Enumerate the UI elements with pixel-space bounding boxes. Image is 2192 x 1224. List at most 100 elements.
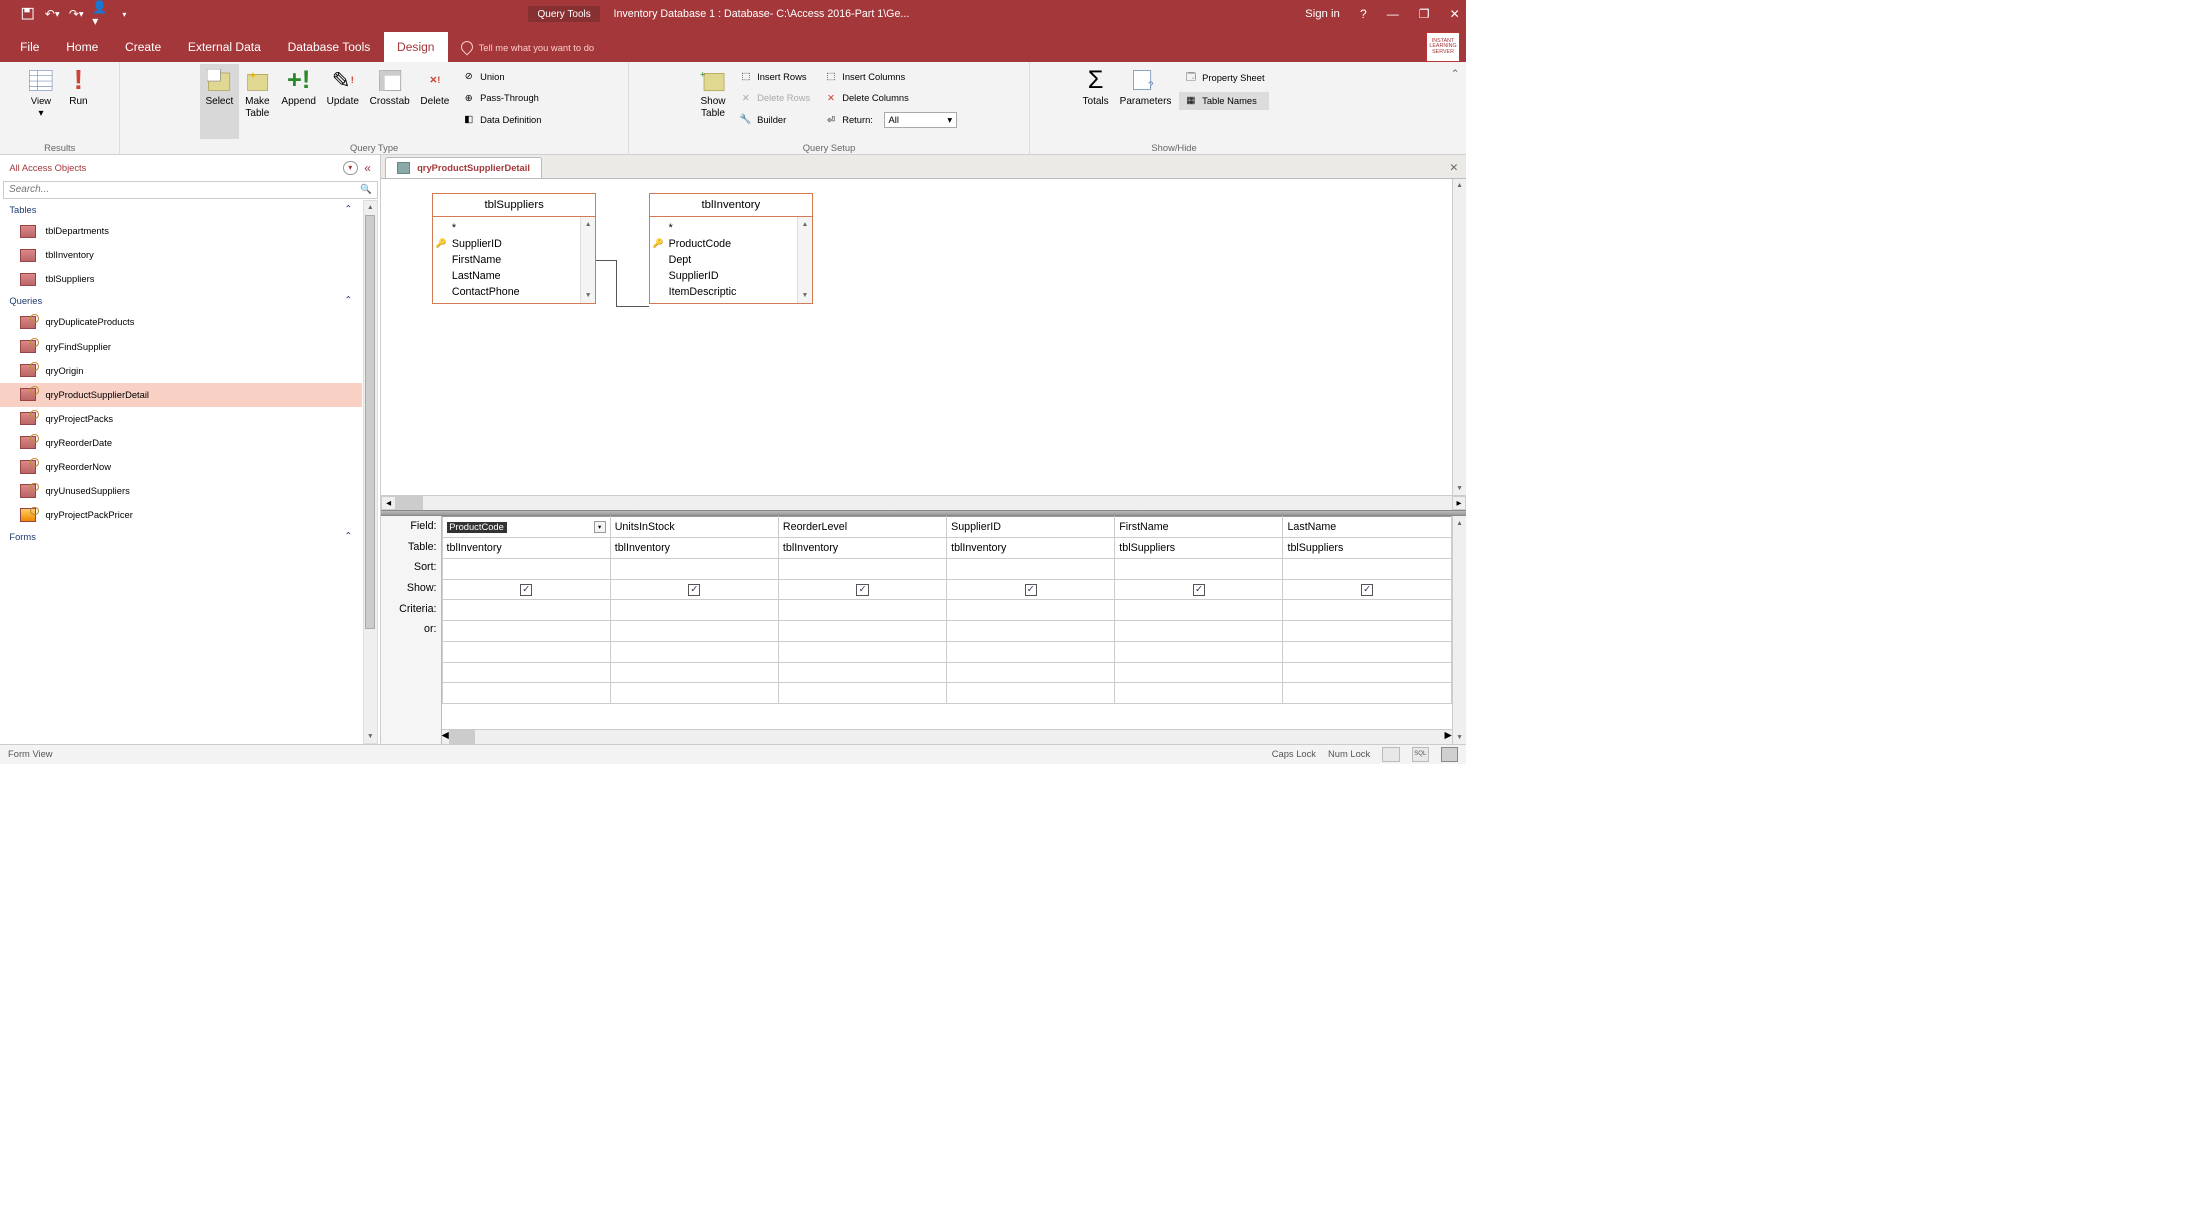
grid-cell-table[interactable]: tblInventory bbox=[947, 538, 1115, 559]
tab-database-tools[interactable]: Database Tools bbox=[274, 32, 383, 62]
search-icon[interactable]: 🔍 bbox=[355, 182, 376, 198]
table-field[interactable]: FirstName bbox=[452, 252, 595, 268]
grid-cell-blank[interactable] bbox=[778, 641, 946, 662]
grid-cell-sort[interactable] bbox=[1283, 558, 1451, 579]
nav-item-query[interactable]: qryReorderNow bbox=[0, 455, 362, 479]
nav-item-table[interactable]: tblInventory bbox=[0, 243, 362, 267]
grid-cell-blank[interactable] bbox=[1115, 683, 1283, 704]
nav-filter-icon[interactable]: ▾ bbox=[343, 161, 358, 176]
grid-hscrollbar[interactable]: ◀ ▶ bbox=[442, 729, 1452, 744]
nav-item-query[interactable]: qryProjectPacks bbox=[0, 407, 362, 431]
grid-cell-blank[interactable] bbox=[1115, 662, 1283, 683]
scroll-up-icon[interactable]: ▲ bbox=[1453, 179, 1467, 192]
view-button[interactable]: View▾ bbox=[22, 64, 59, 139]
append-button[interactable]: +! Append bbox=[276, 64, 321, 139]
table-box-suppliers[interactable]: tblSuppliers ▲▼ *SupplierIDFirstNameLast… bbox=[432, 193, 596, 304]
grid-cell-or[interactable] bbox=[778, 621, 946, 642]
grid-cell-blank[interactable] bbox=[1115, 641, 1283, 662]
grid-cell-field[interactable]: UnitsInStock bbox=[610, 517, 778, 538]
grid-cell-show[interactable] bbox=[947, 579, 1115, 600]
grid-cell-blank[interactable] bbox=[1283, 662, 1451, 683]
table-box-inventory[interactable]: tblInventory ▲▼ *ProductCodeDeptSupplier… bbox=[649, 193, 813, 304]
tab-create[interactable]: Create bbox=[112, 32, 175, 62]
union-button[interactable]: ⊘Union bbox=[457, 68, 545, 85]
grid-cell-field[interactable]: SupplierID bbox=[947, 517, 1115, 538]
nav-item-query[interactable]: qryReorderDate bbox=[0, 431, 362, 455]
run-button[interactable]: ! Run bbox=[60, 64, 97, 139]
grid-cell-criteria[interactable] bbox=[778, 600, 946, 621]
doc-close-icon[interactable]: ✕ bbox=[1449, 161, 1458, 174]
scroll-down-icon[interactable]: ▼ bbox=[1453, 482, 1467, 495]
grid-cell-field[interactable]: FirstName bbox=[1115, 517, 1283, 538]
grid-cell-sort[interactable] bbox=[947, 558, 1115, 579]
scroll-down-icon[interactable]: ▼ bbox=[364, 730, 377, 743]
close-icon[interactable]: ✕ bbox=[1450, 7, 1460, 21]
parameters-button[interactable]: ? Parameters bbox=[1114, 64, 1176, 139]
tab-home[interactable]: Home bbox=[53, 32, 112, 62]
tab-design[interactable]: Design bbox=[384, 32, 448, 62]
grid-cell-show[interactable] bbox=[610, 579, 778, 600]
return-dropdown[interactable]: All▾ bbox=[884, 112, 958, 128]
grid-cell-field[interactable]: ReorderLevel bbox=[778, 517, 946, 538]
minimize-icon[interactable]: — bbox=[1387, 7, 1399, 21]
builder-button[interactable]: 🔧Builder bbox=[734, 111, 814, 128]
insert-cols-button[interactable]: ⬚Insert Columns bbox=[820, 68, 962, 85]
table-field[interactable]: Dept bbox=[669, 252, 812, 268]
grid-cell-sort[interactable] bbox=[610, 558, 778, 579]
grid-cell-blank[interactable] bbox=[610, 662, 778, 683]
select-query-button[interactable]: Select bbox=[200, 64, 239, 139]
nav-item-table[interactable]: tblDepartments bbox=[0, 219, 362, 243]
help-icon[interactable]: ? bbox=[1360, 7, 1367, 21]
query-design-surface[interactable]: ▲ ▼ tblSuppliers ▲▼ *SupplierIDFirstName… bbox=[381, 179, 1466, 495]
table-field[interactable]: ProductCode bbox=[669, 236, 812, 252]
grid-cell-table[interactable]: tblInventory bbox=[778, 538, 946, 559]
grid-cell-table[interactable]: tblSuppliers bbox=[1283, 538, 1451, 559]
chevron-down-icon[interactable]: ▾ bbox=[594, 521, 606, 533]
table-field[interactable]: LastName bbox=[452, 268, 595, 284]
grid-cell-show[interactable] bbox=[1283, 579, 1451, 600]
grid-cell-show[interactable] bbox=[442, 579, 610, 600]
delete-rows-button[interactable]: ✕Delete Rows bbox=[734, 90, 814, 107]
scroll-right-icon[interactable]: ▶ bbox=[1452, 496, 1467, 509]
totals-button[interactable]: Σ Totals bbox=[1077, 64, 1114, 139]
view-design-button[interactable] bbox=[1441, 747, 1458, 762]
grid-cell-blank[interactable] bbox=[1283, 683, 1451, 704]
passthrough-button[interactable]: ⊕Pass-Through bbox=[457, 90, 545, 107]
grid-cell-or[interactable] bbox=[610, 621, 778, 642]
grid-table[interactable]: ProductCode▾UnitsInStockReorderLevelSupp… bbox=[442, 516, 1452, 704]
qat-more-icon[interactable]: 👤▾ bbox=[92, 6, 108, 22]
signin-link[interactable]: Sign in bbox=[1305, 8, 1340, 20]
nav-group-forms[interactable]: Forms⌃ bbox=[0, 527, 362, 546]
qat-customize-icon[interactable]: ▾ bbox=[116, 6, 132, 22]
delete-query-button[interactable]: ✕! Delete bbox=[415, 64, 455, 139]
table-field[interactable]: SupplierID bbox=[669, 268, 812, 284]
grid-cell-blank[interactable] bbox=[610, 683, 778, 704]
table-field[interactable]: * bbox=[452, 220, 595, 236]
insert-rows-button[interactable]: ⬚Insert Rows bbox=[734, 68, 814, 85]
table-field[interactable]: SupplierID bbox=[452, 236, 595, 252]
grid-cell-blank[interactable] bbox=[610, 641, 778, 662]
scroll-thumb[interactable] bbox=[396, 496, 423, 509]
crosstab-button[interactable]: Crosstab bbox=[364, 64, 415, 139]
tab-external-data[interactable]: External Data bbox=[175, 32, 275, 62]
checkbox-icon[interactable] bbox=[1361, 584, 1373, 596]
grid-cell-show[interactable] bbox=[778, 579, 946, 600]
show-table-button[interactable]: + Show Table bbox=[694, 64, 731, 139]
grid-cell-field[interactable]: ProductCode▾ bbox=[442, 517, 610, 538]
table-field[interactable]: ItemDescriptic bbox=[669, 284, 812, 300]
grid-vscrollbar[interactable]: ▲ ▼ bbox=[1452, 516, 1467, 743]
checkbox-icon[interactable] bbox=[1193, 584, 1205, 596]
scroll-left-icon[interactable]: ◀ bbox=[442, 730, 449, 744]
grid-cell-field[interactable]: LastName bbox=[1283, 517, 1451, 538]
nav-item-query[interactable]: qryProductSupplierDetail bbox=[0, 383, 362, 407]
grid-cell-criteria[interactable] bbox=[610, 600, 778, 621]
grid-cell-blank[interactable] bbox=[778, 662, 946, 683]
nav-item-query[interactable]: qryDuplicateProducts bbox=[0, 310, 362, 334]
grid-cell-table[interactable]: tblSuppliers bbox=[1115, 538, 1283, 559]
restore-icon[interactable]: ❐ bbox=[1419, 7, 1430, 21]
grid-cell-or[interactable] bbox=[947, 621, 1115, 642]
checkbox-icon[interactable] bbox=[688, 584, 700, 596]
grid-cell-or[interactable] bbox=[1115, 621, 1283, 642]
nav-scrollbar[interactable]: ▲ ▼ bbox=[363, 200, 378, 744]
checkbox-icon[interactable] bbox=[856, 584, 868, 596]
